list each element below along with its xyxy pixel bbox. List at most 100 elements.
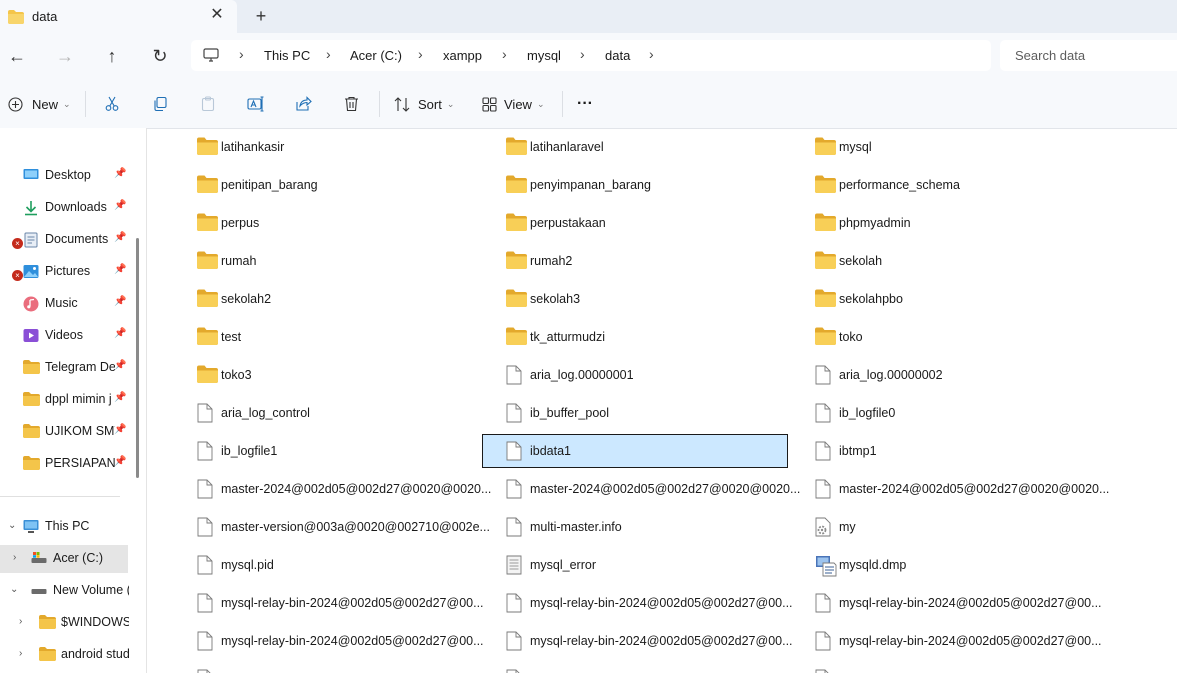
pin-icon[interactable]: 📌 [114,456,126,467]
file-item[interactable]: multi-master.info [502,508,811,546]
folder-item[interactable]: toko [811,318,1120,356]
rename-button[interactable] [247,93,265,115]
share-button[interactable] [295,93,312,115]
folder-item[interactable]: rumah2 [502,242,811,280]
chevron-right-icon[interactable]: › [19,616,22,627]
file-item[interactable]: my [811,508,1120,546]
folder-item[interactable]: tk_atturmudzi [502,318,811,356]
pin-icon[interactable]: 📌 [114,360,126,371]
sidebar-item-quick-access[interactable]: Music 📌 [0,290,128,318]
folder-item[interactable]: rumah [193,242,502,280]
folder-item[interactable]: sekolah3 [502,280,811,318]
file-item[interactable]: mysql-relay-bin-2024@002d05@002d27@00... [502,584,811,622]
sidebar-item-new-volume[interactable]: ⌄ New Volume (I [0,577,129,605]
folder-item[interactable]: latihanlaravel [502,128,811,166]
sidebar-item-quick-access[interactable]: UJIKOM SMT 📌 [0,418,128,446]
sidebar-item-quick-access[interactable]: dppl mimin j 📌 [0,386,128,414]
breadcrumb-this-pc[interactable]: This PC [264,48,310,63]
file-item[interactable]: mysql-relay-bin-2024@002d05@002d27@00... [193,622,502,660]
sidebar-item-quick-access[interactable]: Desktop 📌 [0,162,128,190]
folder-item[interactable]: penyimpanan_barang [502,166,811,204]
close-tab-button[interactable]: ✕ [208,6,226,24]
sidebar-item-android-studio[interactable]: › android stud [0,641,129,669]
sidebar-item-this-pc[interactable]: ⌄ This PC [0,513,128,541]
sidebar-item-windows[interactable]: › $WINDOWS.~ [0,609,129,637]
chevron-right-icon[interactable]: › [19,648,22,659]
sidebar-item-quick-access[interactable]: Downloads 📌 [0,194,128,222]
folder-item[interactable]: perpustakaan [502,204,811,242]
file-item[interactable]: mysql_error [502,546,811,584]
file-item[interactable]: mysql-relay-bin-2024@002d05@002d27@00... [811,584,1120,622]
file-item[interactable]: master-2024@002d05@002d27@0020@0020... [193,470,502,508]
file-item[interactable]: mysql-relay-bin-2024@002d05@002d27@00... [502,622,811,660]
view-button[interactable]: View ⌄ [482,93,545,115]
sidebar-item-acer-c[interactable]: › Acer (C:) [0,545,128,573]
file-item[interactable]: aria_log.00000002 [811,356,1120,394]
breadcrumb-mysql[interactable]: mysql [527,48,561,63]
folder-item[interactable]: sekolah2 [193,280,502,318]
breadcrumb-separator[interactable]: › [649,46,654,62]
forward-button[interactable]: → [53,45,77,69]
sidebar-item-quick-access[interactable]: Telegram Des 📌 [0,354,128,382]
file-item[interactable]: mysql.pid [193,546,502,584]
breadcrumb-separator[interactable]: › [418,46,423,62]
folder-item[interactable]: mysql [811,128,1120,166]
cut-button[interactable] [104,93,120,115]
folder-item[interactable]: sekolahpbo [811,280,1120,318]
back-button[interactable]: ← [5,45,29,69]
up-button[interactable]: ↑ [100,45,124,69]
address-bar[interactable]: › This PC › Acer (C:) › xampp › mysql › … [191,40,991,71]
sidebar-item-quick-access[interactable]: × Pictures 📌 [0,258,128,286]
paste-button[interactable] [200,93,216,115]
more-options-button[interactable]: ··· [577,93,593,115]
chevron-right-icon[interactable]: › [13,552,16,563]
file-item[interactable]: aria_log.00000001 [502,356,811,394]
file-item[interactable]: master-version@003a@0020@002710@002e... [193,508,502,546]
new-tab-button[interactable]: + [250,5,272,27]
sidebar-item-quick-access[interactable]: PERSIAPAN U📌 [0,450,128,478]
breadcrumb-separator[interactable]: › [239,46,244,62]
folder-item[interactable]: test [193,318,502,356]
file-item[interactable]: ib_buffer_pool [502,394,811,432]
breadcrumb-data[interactable]: data [605,48,630,63]
file-item[interactable]: mysql-relay-bin-2024@002d05@002d27@00... [811,622,1120,660]
folder-item[interactable]: penitipan_barang [193,166,502,204]
breadcrumb-separator[interactable]: › [326,46,331,62]
folder-item[interactable]: performance_schema [811,166,1120,204]
copy-button[interactable] [152,93,168,115]
file-item[interactable] [193,660,502,673]
pin-icon[interactable]: 📌 [114,296,126,307]
chevron-down-icon[interactable]: ⌄ [10,584,18,595]
file-item[interactable]: ib_logfile0 [811,394,1120,432]
sidebar-scrollbar[interactable] [136,238,139,478]
sidebar-item-quick-access[interactable]: Videos 📌 [0,322,128,350]
breadcrumb-separator[interactable]: › [580,46,585,62]
file-item[interactable]: ibtmp1 [811,432,1120,470]
pin-icon[interactable]: 📌 [114,424,126,435]
file-item[interactable]: ibdata1 [482,432,811,470]
search-input[interactable]: Search data [1000,40,1177,71]
folder-item[interactable]: phpmyadmin [811,204,1120,242]
breadcrumb-acer-c[interactable]: Acer (C:) [350,48,402,63]
breadcrumb-xampp[interactable]: xampp [443,48,482,63]
breadcrumb-separator[interactable]: › [502,46,507,62]
refresh-button[interactable]: ↻ [148,45,172,69]
file-item[interactable]: aria_log_control [193,394,502,432]
tab-data[interactable]: data ✕ [0,0,237,33]
file-item[interactable] [502,660,811,673]
file-item[interactable]: mysqld.dmp [811,546,1120,584]
file-item[interactable]: master-2024@002d05@002d27@0020@0020... [811,470,1120,508]
file-item[interactable]: master-2024@002d05@002d27@0020@0020... [502,470,811,508]
file-item[interactable]: ib_logfile1 [193,432,502,470]
folder-item[interactable]: latihankasir [193,128,502,166]
file-item[interactable]: mysql-relay-bin-2024@002d05@002d27@00... [193,584,502,622]
delete-button[interactable] [344,93,359,115]
sidebar-item-quick-access[interactable]: × Documents 📌 [0,226,128,254]
sort-button[interactable]: Sort ⌄ [394,93,454,115]
pin-icon[interactable]: 📌 [114,200,126,211]
pin-icon[interactable]: 📌 [114,264,126,275]
new-button[interactable]: New ⌄ [8,93,71,115]
chevron-down-icon[interactable]: ⌄ [8,520,16,531]
pin-icon[interactable]: 📌 [114,168,126,179]
folder-item[interactable]: toko3 [193,356,502,394]
